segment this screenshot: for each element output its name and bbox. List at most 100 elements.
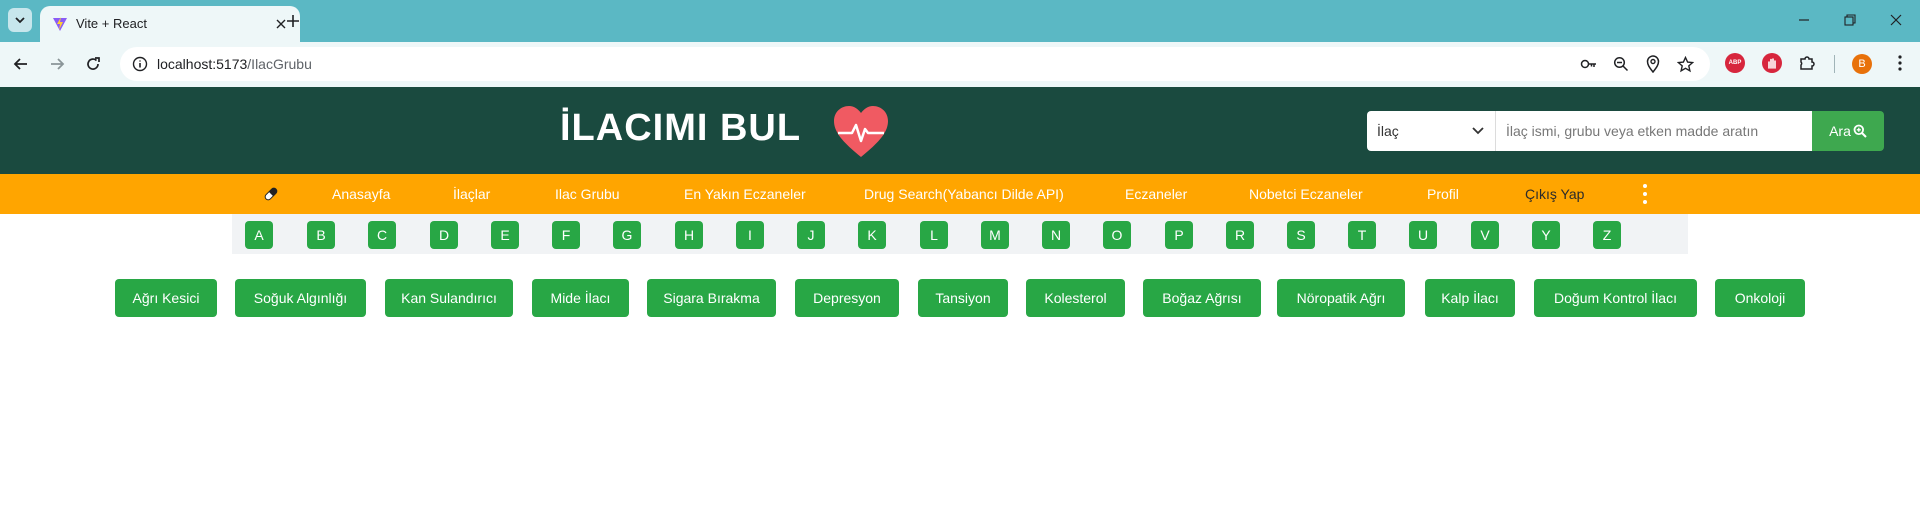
toolbar-divider xyxy=(1834,55,1835,73)
site-header: İLACIMI BUL İlaç Ara xyxy=(0,87,1920,174)
pill-icon xyxy=(264,187,278,201)
letter-button-a[interactable]: A xyxy=(245,221,273,249)
minimize-icon xyxy=(1799,19,1809,21)
drug-group-button[interactable]: Kolesterol xyxy=(1026,279,1125,317)
minimize-button[interactable] xyxy=(1793,10,1815,30)
letter-button-y[interactable]: Y xyxy=(1532,221,1560,249)
drug-group-button[interactable]: Sigara Bırakma xyxy=(647,279,776,317)
letter-button-d[interactable]: D xyxy=(430,221,458,249)
nav-item-ilac-grubu[interactable]: Ilac Grubu xyxy=(555,174,620,214)
search-type-value: İlaç xyxy=(1377,123,1399,139)
tab-search-button[interactable] xyxy=(8,8,32,32)
letter-button-t[interactable]: T xyxy=(1348,221,1376,249)
letter-button-m[interactable]: M xyxy=(981,221,1009,249)
letter-button-p[interactable]: P xyxy=(1165,221,1193,249)
reload-icon xyxy=(87,57,100,70)
extensions-button[interactable] xyxy=(1797,53,1817,73)
letter-button-o[interactable]: O xyxy=(1103,221,1131,249)
letter-button-j[interactable]: J xyxy=(797,221,825,249)
search-type-select[interactable]: İlaç xyxy=(1367,111,1496,151)
letter-button-i[interactable]: I xyxy=(736,221,764,249)
drug-group-button[interactable]: Onkoloji xyxy=(1715,279,1805,317)
nav-item-cikis-yap[interactable]: Çıkış Yap xyxy=(1525,174,1584,214)
arrow-right-icon xyxy=(51,58,65,70)
reload-button[interactable] xyxy=(81,52,105,76)
key-icon xyxy=(1580,59,1596,69)
password-key-button[interactable] xyxy=(1580,55,1598,73)
browser-tab[interactable]: Vite + React xyxy=(40,6,300,42)
browser-tabstrip: Vite + React xyxy=(0,0,1920,42)
letter-button-c[interactable]: C xyxy=(368,221,396,249)
back-button[interactable] xyxy=(9,52,33,76)
more-vertical-icon xyxy=(1898,55,1902,71)
site-info-icon[interactable] xyxy=(132,56,148,72)
address-bar[interactable]: localhost:5173/IlacGrubu xyxy=(120,47,1710,81)
privacy-extension-icon[interactable] xyxy=(1762,53,1782,73)
url-path: /IlacGrubu xyxy=(247,56,312,72)
restore-button[interactable] xyxy=(1839,10,1861,30)
letter-button-v[interactable]: V xyxy=(1471,221,1499,249)
letter-button-s[interactable]: S xyxy=(1287,221,1315,249)
forward-button[interactable] xyxy=(45,52,69,76)
location-button[interactable] xyxy=(1644,55,1662,73)
drug-group-button[interactable]: Kan Sulandırıcı xyxy=(385,279,513,317)
vite-logo-icon xyxy=(53,17,67,31)
main-nav: Anasayfa İlaçlar Ilac Grubu En Yakın Ecz… xyxy=(0,174,1920,214)
browser-toolbar: localhost:5173/IlacGrubu ABP B xyxy=(0,42,1920,87)
new-tab-button[interactable] xyxy=(282,10,304,32)
drug-group-button[interactable]: Mide İlacı xyxy=(532,279,629,317)
nav-item-nobetci-eczaneler[interactable]: Nobetci Eczaneler xyxy=(1249,174,1363,214)
close-window-button[interactable] xyxy=(1885,10,1907,30)
letter-button-r[interactable]: R xyxy=(1226,221,1254,249)
chevron-down-icon xyxy=(15,17,25,24)
drug-group-button[interactable]: Tansiyon xyxy=(918,279,1008,317)
search-button[interactable]: Ara xyxy=(1812,111,1884,151)
url-text: localhost:5173/IlacGrubu xyxy=(157,56,312,72)
letter-button-b[interactable]: B xyxy=(307,221,335,249)
letter-button-h[interactable]: H xyxy=(675,221,703,249)
nav-more-icon[interactable] xyxy=(1640,184,1650,204)
letter-button-l[interactable]: L xyxy=(920,221,948,249)
adblock-extension-icon[interactable]: ABP xyxy=(1725,53,1745,73)
search-input[interactable] xyxy=(1496,111,1812,151)
bookmark-button[interactable] xyxy=(1676,55,1694,73)
zoom-out-icon xyxy=(1613,56,1629,72)
drug-group-button[interactable]: Doğum Kontrol İlacı xyxy=(1534,279,1697,317)
location-pin-icon xyxy=(1646,55,1660,73)
url-host: localhost:5173 xyxy=(157,56,248,72)
restore-icon xyxy=(1844,14,1856,26)
drug-group-button[interactable]: Nöropatik Ağrı xyxy=(1277,279,1405,317)
profile-avatar[interactable]: B xyxy=(1852,54,1872,74)
hand-icon xyxy=(1768,58,1776,69)
letter-button-u[interactable]: U xyxy=(1409,221,1437,249)
nav-item-en-yakin-eczaneler[interactable]: En Yakın Eczaneler xyxy=(684,174,806,214)
search-icon xyxy=(1853,124,1867,138)
browser-menu-button[interactable] xyxy=(1890,53,1910,73)
drug-group-button[interactable]: Ağrı Kesici xyxy=(115,279,217,317)
drug-group-button[interactable]: Kalp İlacı xyxy=(1425,279,1515,317)
adblock-label: ABP xyxy=(1728,60,1742,66)
letter-button-e[interactable]: E xyxy=(491,221,519,249)
letter-button-n[interactable]: N xyxy=(1042,221,1070,249)
close-icon xyxy=(1890,14,1902,26)
site-logo-text[interactable]: İLACIMI BUL xyxy=(560,107,801,150)
puzzle-icon xyxy=(1800,56,1815,70)
zoom-button[interactable] xyxy=(1612,55,1630,73)
tab-title: Vite + React xyxy=(76,16,147,31)
letter-button-g[interactable]: G xyxy=(613,221,641,249)
heartbeat-icon xyxy=(834,106,888,157)
drug-group-button[interactable]: Depresyon xyxy=(795,279,899,317)
nav-item-anasayfa[interactable]: Anasayfa xyxy=(332,174,390,214)
nav-item-eczaneler[interactable]: Eczaneler xyxy=(1125,174,1187,214)
plus-icon xyxy=(287,15,299,27)
nav-item-profil[interactable]: Profil xyxy=(1427,174,1459,214)
drug-group-button[interactable]: Soğuk Algınlığı xyxy=(235,279,366,317)
letter-button-z[interactable]: Z xyxy=(1593,221,1621,249)
letter-button-f[interactable]: F xyxy=(552,221,580,249)
drug-group-button[interactable]: Boğaz Ağrısı xyxy=(1143,279,1261,317)
nav-item-drug-search[interactable]: Drug Search(Yabancı Dilde API) xyxy=(864,174,1064,214)
search-button-label: Ara xyxy=(1829,123,1851,139)
arrow-left-icon xyxy=(13,58,27,70)
letter-button-k[interactable]: K xyxy=(858,221,886,249)
nav-item-ilaclar[interactable]: İlaçlar xyxy=(453,174,490,214)
